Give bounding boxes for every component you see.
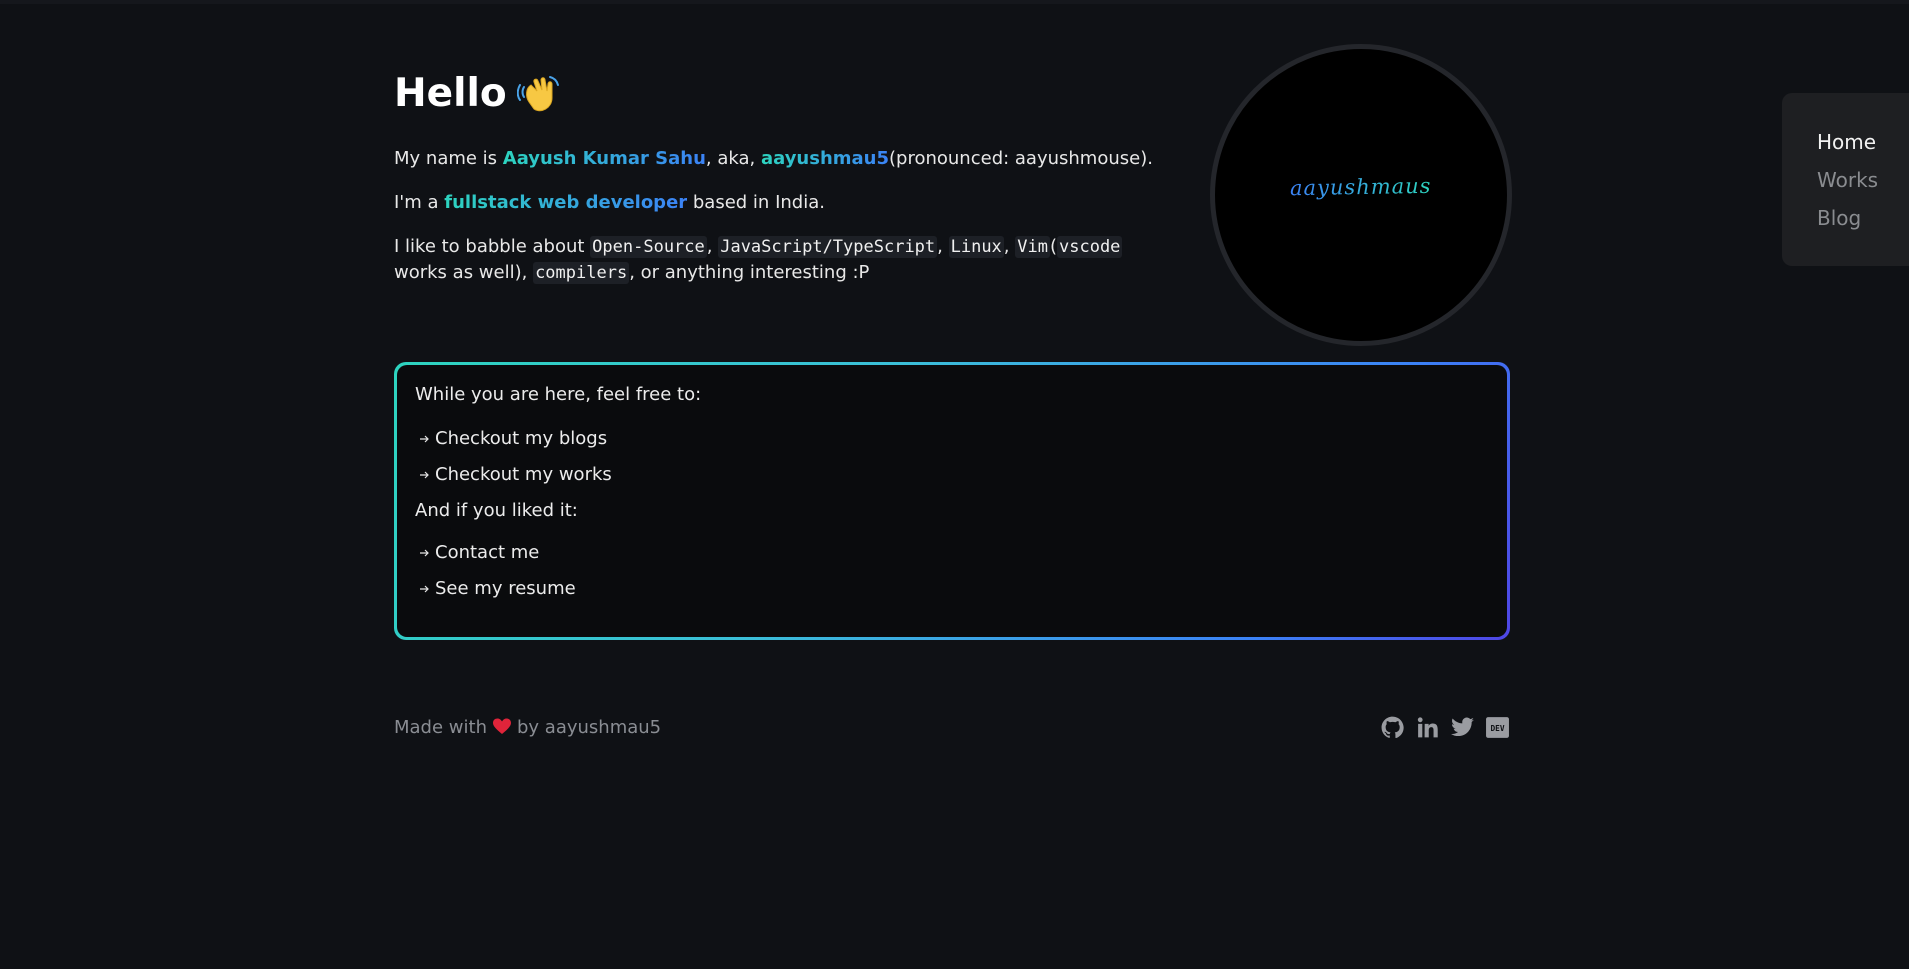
- svg-text:DEV: DEV: [1490, 724, 1504, 733]
- full-name: Aayush Kumar Sahu: [502, 148, 706, 169]
- avatar: aayushmaus: [1210, 44, 1512, 346]
- card-heading: And if you liked it:: [415, 500, 578, 521]
- pronounced-text: (pronounced: aayushmouse).: [889, 148, 1153, 169]
- waving-hand-icon: [516, 76, 559, 112]
- footer: Made with by aayushmau5 DEV: [394, 712, 1510, 742]
- page-title: Hello: [394, 68, 1154, 120]
- dev-icon[interactable]: DEV: [1485, 715, 1510, 740]
- heart-icon: [492, 718, 511, 734]
- nav-item-home[interactable]: Home: [1817, 123, 1909, 161]
- interest-tag: JavaScript/TypeScript: [718, 236, 938, 258]
- card-body: While you are here, feel free to: Checko…: [397, 365, 1507, 637]
- separator: ,: [937, 236, 949, 257]
- social-links: DEV: [1380, 715, 1510, 740]
- arrow-right-icon: [420, 471, 429, 479]
- list-item: Contact me: [417, 541, 1489, 565]
- avatar-signature: aayushmaus: [1290, 173, 1432, 201]
- list-item: See my resume: [417, 577, 1489, 601]
- interests-line: I like to babble about Open-Source, Java…: [394, 234, 1154, 286]
- interests-suffix: , or anything interesting :P: [629, 262, 870, 283]
- role-suffix: based in India.: [687, 192, 825, 213]
- interest-tag: compilers: [533, 262, 630, 284]
- resume-link[interactable]: See my resume: [435, 577, 576, 601]
- interest-tag: Vim: [1015, 236, 1050, 258]
- author-label: by aayushmau5: [516, 716, 662, 738]
- arrow-right-icon: [420, 435, 429, 443]
- interest-tag: Linux: [948, 236, 1004, 258]
- separator: ,: [1003, 236, 1016, 257]
- separator: ,: [706, 236, 719, 257]
- made-with-label: Made with: [394, 716, 487, 738]
- list-item: Checkout my works: [417, 463, 1489, 487]
- interests-prefix: I like to babble about: [394, 236, 591, 257]
- role-prefix: I'm a: [394, 192, 445, 213]
- call-to-action-card: While you are here, feel free to: Checko…: [394, 362, 1510, 640]
- made-with-text: Made with by aayushmau5: [394, 717, 661, 738]
- hero-section: Hello My name is Aayush Kumar Sahu, aka,…: [394, 0, 1512, 360]
- intro: Hello My name is Aayush Kumar Sahu, aka,…: [394, 68, 1154, 304]
- site-navigation: Home Works Blog: [1782, 93, 1909, 266]
- github-icon[interactable]: [1380, 715, 1405, 740]
- main-content: Hello My name is Aayush Kumar Sahu, aka,…: [394, 0, 1512, 738]
- list-item: Checkout my blogs: [417, 427, 1489, 451]
- nav-item-works[interactable]: Works: [1817, 161, 1909, 199]
- contact-link[interactable]: Contact me: [435, 541, 539, 565]
- name-line: My name is Aayush Kumar Sahu, aka, aayus…: [394, 146, 1154, 172]
- aka-text: , aka,: [705, 148, 761, 169]
- paren: (: [1049, 236, 1057, 257]
- interest-tag: Open-Source: [590, 236, 707, 258]
- works-link[interactable]: Checkout my works: [435, 463, 612, 487]
- handle: aayushmau5: [760, 148, 890, 169]
- role-title: fullstack web developer: [444, 192, 688, 213]
- role-line: I'm a fullstack web developer based in I…: [394, 190, 1154, 216]
- linkedin-icon[interactable]: [1415, 715, 1440, 740]
- arrow-right-icon: [420, 585, 429, 593]
- blogs-link[interactable]: Checkout my blogs: [435, 427, 607, 451]
- paren-text: works as well),: [394, 262, 534, 283]
- nav-item-blog[interactable]: Blog: [1817, 199, 1909, 237]
- greeting-text: Hello: [394, 71, 507, 116]
- twitter-icon[interactable]: [1450, 715, 1475, 740]
- arrow-right-icon: [420, 549, 429, 557]
- name-prefix: My name is: [394, 148, 503, 169]
- card-heading: While you are here, feel free to:: [415, 384, 702, 405]
- interest-tag: vscode: [1057, 236, 1123, 258]
